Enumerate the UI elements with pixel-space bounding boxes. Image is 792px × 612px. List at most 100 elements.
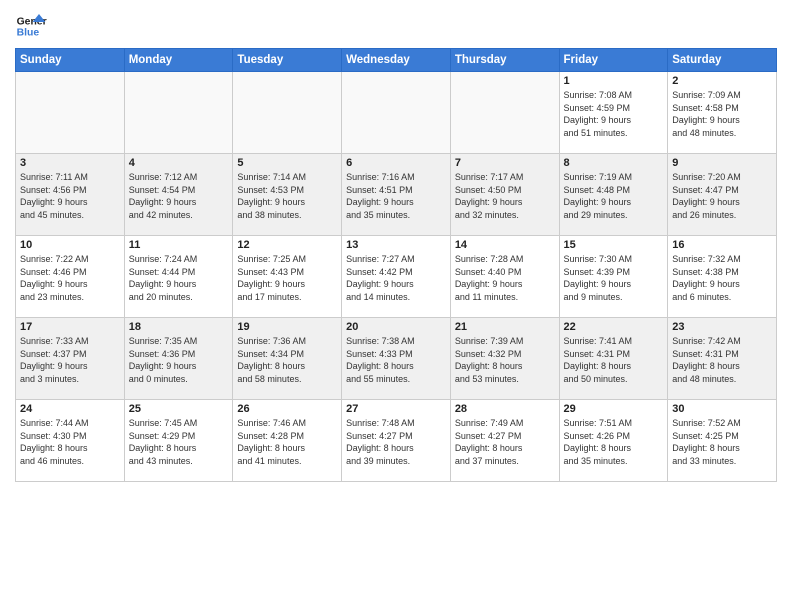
day-number: 13 — [346, 239, 446, 251]
day-cell: 29 Sunrise: 7:51 AM Sunset: 4:26 PM Dayli… — [559, 400, 668, 482]
day-number: 6 — [346, 157, 446, 169]
day-cell: 12 Sunrise: 7:25 AM Sunset: 4:43 PM Dayli… — [233, 236, 342, 318]
day-cell — [16, 72, 125, 154]
day-info: Sunrise: 7:38 AM Sunset: 4:33 PM Dayligh… — [346, 335, 446, 385]
day-info: Sunrise: 7:41 AM Sunset: 4:31 PM Dayligh… — [564, 335, 664, 385]
day-number: 29 — [564, 403, 664, 415]
day-cell: 17 Sunrise: 7:33 AM Sunset: 4:37 PM Dayli… — [16, 318, 125, 400]
day-info: Sunrise: 7:46 AM Sunset: 4:28 PM Dayligh… — [237, 417, 337, 467]
header: General Blue — [15, 10, 777, 42]
day-cell — [450, 72, 559, 154]
day-number: 15 — [564, 239, 664, 251]
day-info: Sunrise: 7:22 AM Sunset: 4:46 PM Dayligh… — [20, 253, 120, 303]
week-row-1: 3Sunrise: 7:11 AM Sunset: 4:56 PM Daylig… — [16, 154, 777, 236]
day-cell: 18 Sunrise: 7:35 AM Sunset: 4:36 PM Dayli… — [124, 318, 233, 400]
day-info: Sunrise: 7:24 AM Sunset: 4:44 PM Dayligh… — [129, 253, 229, 303]
day-info: Sunrise: 7:16 AM Sunset: 4:51 PM Dayligh… — [346, 171, 446, 221]
day-cell: 28 Sunrise: 7:49 AM Sunset: 4:27 PM Dayli… — [450, 400, 559, 482]
day-cell: 23Sunrise: 7:42 AM Sunset: 4:31 PM Dayli… — [668, 318, 777, 400]
day-info: Sunrise: 7:30 AM Sunset: 4:39 PM Dayligh… — [564, 253, 664, 303]
day-info: Sunrise: 7:45 AM Sunset: 4:29 PM Dayligh… — [129, 417, 229, 467]
day-cell: 13 Sunrise: 7:27 AM Sunset: 4:42 PM Dayli… — [342, 236, 451, 318]
day-cell — [342, 72, 451, 154]
day-number: 18 — [129, 321, 229, 333]
day-cell: 19Sunrise: 7:36 AM Sunset: 4:34 PM Dayli… — [233, 318, 342, 400]
day-number: 22 — [564, 321, 664, 333]
day-cell: 6 Sunrise: 7:16 AM Sunset: 4:51 PM Daylig… — [342, 154, 451, 236]
day-number: 27 — [346, 403, 446, 415]
day-number: 14 — [455, 239, 555, 251]
day-cell: 4 Sunrise: 7:12 AM Sunset: 4:54 PM Daylig… — [124, 154, 233, 236]
day-cell — [124, 72, 233, 154]
day-info: Sunrise: 7:08 AM Sunset: 4:59 PM Dayligh… — [564, 89, 664, 139]
day-cell: 30 Sunrise: 7:52 AM Sunset: 4:25 PM Dayli… — [668, 400, 777, 482]
day-cell: 2 Sunrise: 7:09 AM Sunset: 4:58 PM Daylig… — [668, 72, 777, 154]
page-container: General Blue SundayMondayTuesdayWednesda… — [0, 0, 792, 612]
day-cell: 26 Sunrise: 7:46 AM Sunset: 4:28 PM Dayli… — [233, 400, 342, 482]
day-number: 1 — [564, 75, 664, 87]
day-cell: 1 Sunrise: 7:08 AM Sunset: 4:59 PM Daylig… — [559, 72, 668, 154]
calendar: SundayMondayTuesdayWednesdayThursdayFrid… — [15, 48, 777, 482]
day-cell: 15 Sunrise: 7:30 AM Sunset: 4:39 PM Dayli… — [559, 236, 668, 318]
day-info: Sunrise: 7:11 AM Sunset: 4:56 PM Dayligh… — [20, 171, 120, 221]
day-number: 17 — [20, 321, 120, 333]
week-row-2: 10 Sunrise: 7:22 AM Sunset: 4:46 PM Dayli… — [16, 236, 777, 318]
day-cell: 5Sunrise: 7:14 AM Sunset: 4:53 PM Daylig… — [233, 154, 342, 236]
weekday-header-row: SundayMondayTuesdayWednesdayThursdayFrid… — [16, 49, 777, 72]
weekday-header-sunday: Sunday — [16, 49, 125, 72]
day-cell: 11 Sunrise: 7:24 AM Sunset: 4:44 PM Dayli… — [124, 236, 233, 318]
day-info: Sunrise: 7:20 AM Sunset: 4:47 PM Dayligh… — [672, 171, 772, 221]
weekday-header-saturday: Saturday — [668, 49, 777, 72]
day-cell: 20 Sunrise: 7:38 AM Sunset: 4:33 PM Dayli… — [342, 318, 451, 400]
day-number: 2 — [672, 75, 772, 87]
day-number: 23 — [672, 321, 772, 333]
day-info: Sunrise: 7:44 AM Sunset: 4:30 PM Dayligh… — [20, 417, 120, 467]
day-info: Sunrise: 7:25 AM Sunset: 4:43 PM Dayligh… — [237, 253, 337, 303]
day-info: Sunrise: 7:19 AM Sunset: 4:48 PM Dayligh… — [564, 171, 664, 221]
day-cell: 16Sunrise: 7:32 AM Sunset: 4:38 PM Dayli… — [668, 236, 777, 318]
day-cell: 24Sunrise: 7:44 AM Sunset: 4:30 PM Dayli… — [16, 400, 125, 482]
day-cell: 9 Sunrise: 7:20 AM Sunset: 4:47 PM Daylig… — [668, 154, 777, 236]
day-number: 25 — [129, 403, 229, 415]
day-info: Sunrise: 7:39 AM Sunset: 4:32 PM Dayligh… — [455, 335, 555, 385]
day-info: Sunrise: 7:27 AM Sunset: 4:42 PM Dayligh… — [346, 253, 446, 303]
day-info: Sunrise: 7:09 AM Sunset: 4:58 PM Dayligh… — [672, 89, 772, 139]
weekday-header-friday: Friday — [559, 49, 668, 72]
week-row-4: 24Sunrise: 7:44 AM Sunset: 4:30 PM Dayli… — [16, 400, 777, 482]
day-info: Sunrise: 7:35 AM Sunset: 4:36 PM Dayligh… — [129, 335, 229, 385]
weekday-header-tuesday: Tuesday — [233, 49, 342, 72]
day-info: Sunrise: 7:17 AM Sunset: 4:50 PM Dayligh… — [455, 171, 555, 221]
day-info: Sunrise: 7:48 AM Sunset: 4:27 PM Dayligh… — [346, 417, 446, 467]
day-number: 4 — [129, 157, 229, 169]
day-number: 12 — [237, 239, 337, 251]
day-cell: 21 Sunrise: 7:39 AM Sunset: 4:32 PM Dayli… — [450, 318, 559, 400]
week-row-3: 17 Sunrise: 7:33 AM Sunset: 4:37 PM Dayli… — [16, 318, 777, 400]
weekday-header-monday: Monday — [124, 49, 233, 72]
day-number: 28 — [455, 403, 555, 415]
day-number: 10 — [20, 239, 120, 251]
day-info: Sunrise: 7:49 AM Sunset: 4:27 PM Dayligh… — [455, 417, 555, 467]
day-number: 19 — [237, 321, 337, 333]
day-cell: 10 Sunrise: 7:22 AM Sunset: 4:46 PM Dayli… — [16, 236, 125, 318]
day-info: Sunrise: 7:51 AM Sunset: 4:26 PM Dayligh… — [564, 417, 664, 467]
day-cell: 3Sunrise: 7:11 AM Sunset: 4:56 PM Daylig… — [16, 154, 125, 236]
day-number: 21 — [455, 321, 555, 333]
day-info: Sunrise: 7:52 AM Sunset: 4:25 PM Dayligh… — [672, 417, 772, 467]
day-cell: 14Sunrise: 7:28 AM Sunset: 4:40 PM Dayli… — [450, 236, 559, 318]
day-cell: 22 Sunrise: 7:41 AM Sunset: 4:31 PM Dayli… — [559, 318, 668, 400]
day-info: Sunrise: 7:12 AM Sunset: 4:54 PM Dayligh… — [129, 171, 229, 221]
day-number: 30 — [672, 403, 772, 415]
logo: General Blue — [15, 10, 47, 42]
day-number: 8 — [564, 157, 664, 169]
day-number: 16 — [672, 239, 772, 251]
day-cell: 7 Sunrise: 7:17 AM Sunset: 4:50 PM Daylig… — [450, 154, 559, 236]
day-number: 26 — [237, 403, 337, 415]
day-number: 9 — [672, 157, 772, 169]
day-number: 11 — [129, 239, 229, 251]
day-number: 20 — [346, 321, 446, 333]
day-number: 7 — [455, 157, 555, 169]
logo-icon: General Blue — [15, 10, 47, 42]
week-row-0: 1 Sunrise: 7:08 AM Sunset: 4:59 PM Daylig… — [16, 72, 777, 154]
day-info: Sunrise: 7:33 AM Sunset: 4:37 PM Dayligh… — [20, 335, 120, 385]
svg-text:Blue: Blue — [17, 28, 40, 39]
